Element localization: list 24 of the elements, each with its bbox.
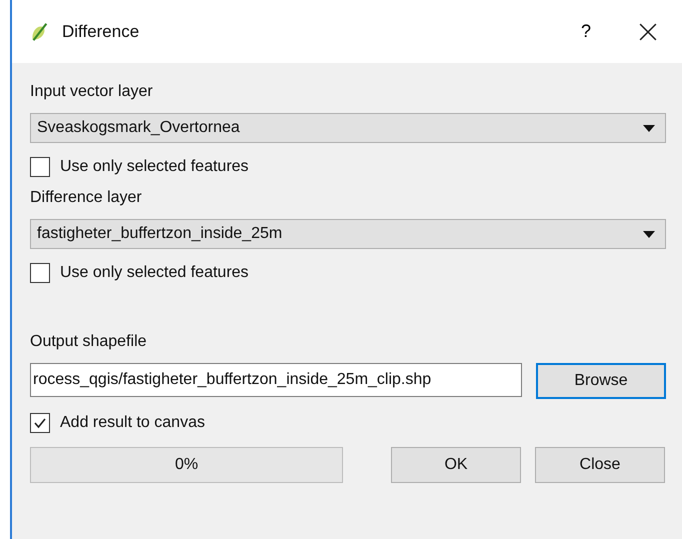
field-label: Output shapefile xyxy=(30,332,148,352)
dialog-button[interactable]: OK xyxy=(391,447,521,483)
browse-button[interactable]: Browse xyxy=(536,363,666,399)
dropdown-value: Sveaskogsmark_Overtornea xyxy=(37,119,240,137)
field-label: Difference layer xyxy=(30,188,143,208)
checkbox[interactable] xyxy=(30,263,50,283)
dropdown-value: fastigheter_buffertzon_inside_25m xyxy=(37,225,282,243)
window-title: Difference xyxy=(62,22,140,42)
checkbox-label: Use only selected features xyxy=(60,158,249,176)
layer-dropdown[interactable]: fastigheter_buffertzon_inside_25m xyxy=(30,219,666,249)
dialog-button[interactable]: Close xyxy=(535,447,665,483)
checkbox-label: Add result to canvas xyxy=(60,414,205,432)
dropdown-arrow-icon xyxy=(643,230,655,238)
help-button[interactable]: ? xyxy=(566,12,606,52)
progress-text: 0% xyxy=(174,456,198,474)
field-label: Input vector layer xyxy=(30,82,154,102)
checkmark-icon xyxy=(33,416,47,430)
layer-dropdown[interactable]: Sveaskogsmark_Overtornea xyxy=(30,113,666,143)
output-path-field[interactable]: rocess_qgis/fastigheter_buffertzon_inside_25m_clip.shp xyxy=(30,363,522,397)
dropdown-arrow-icon xyxy=(643,124,655,132)
checkbox-label: Use only selected features xyxy=(60,264,249,282)
checkbox[interactable] xyxy=(30,413,50,433)
checkbox[interactable] xyxy=(30,157,50,177)
close-icon xyxy=(639,22,657,40)
